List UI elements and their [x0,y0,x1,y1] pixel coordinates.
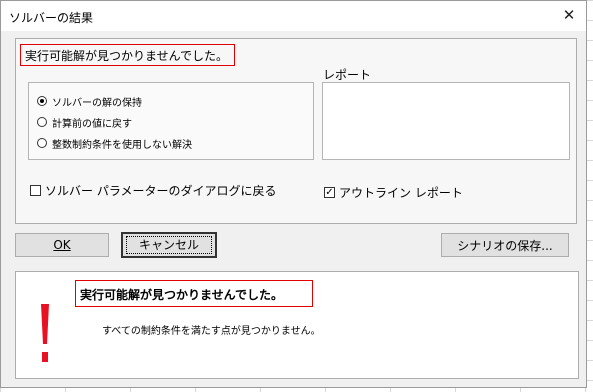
save-scenario-button[interactable]: シナリオの保存... [441,233,569,257]
return-to-dialog-option[interactable]: ソルバー パラメーターのダイアログに戻る [30,182,276,199]
cancel-button[interactable]: キャンセル [121,232,217,258]
outline-report-label: アウトライン レポート [339,186,463,200]
report-list[interactable] [322,82,570,160]
results-panel: 実行可能解が見つかりませんでした。 ソルバーの解の保持 計算前の値に戻す 整数制… [15,38,577,224]
status-message: 実行可能解が見つかりませんでした。 [20,44,235,66]
option-restore-values-label: 計算前の値に戻す [52,118,132,130]
option-ignore-integer-label: 整数制約条件を使用しない解決 [52,139,192,151]
message-panel: 実行可能解が見つかりませんでした。 すべての制約条件を満たす点が見つかりません。 [15,271,579,379]
outline-report-option[interactable]: ✓ アウトライン レポート [324,184,463,201]
return-to-dialog-checkbox[interactable] [30,185,41,196]
ok-button[interactable]: OK [15,233,109,257]
ok-button-label: OK [53,238,71,252]
dialog-title: ソルバーの結果 [9,11,94,25]
radio-keep-solution[interactable] [37,96,47,106]
report-label: レポート [323,68,372,82]
save-scenario-button-label: シナリオの保存... [457,238,553,253]
option-restore-values[interactable]: 計算前の値に戻す [37,114,132,130]
return-to-dialog-label: ソルバー パラメーターのダイアログに戻る [45,184,277,198]
title-bar: ソルバーの結果 ✕ [1,1,586,31]
option-ignore-integer[interactable]: 整数制約条件を使用しない解決 [37,135,192,151]
outline-report-checkbox[interactable]: ✓ [324,187,335,198]
close-icon[interactable]: ✕ [560,6,578,24]
message-headline: 実行可能解が見つかりませんでした。 [75,280,313,307]
option-keep-solution-label: ソルバーの解の保持 [52,97,142,109]
solver-results-dialog: ソルバーの結果 ✕ 実行可能解が見つかりませんでした。 ソルバーの解の保持 計算… [0,0,587,388]
cancel-button-label: キャンセル [125,236,212,254]
option-keep-solution[interactable]: ソルバーの解の保持 [37,93,142,109]
checkmark-icon: ✓ [325,187,334,198]
solution-options-group: ソルバーの解の保持 計算前の値に戻す 整数制約条件を使用しない解決 [28,82,314,160]
exclamation-icon [41,304,49,362]
radio-ignore-integer[interactable] [37,138,47,148]
radio-restore-values[interactable] [37,117,47,127]
message-detail: すべての制約条件を満たす点が見つかりません。 [102,326,321,337]
